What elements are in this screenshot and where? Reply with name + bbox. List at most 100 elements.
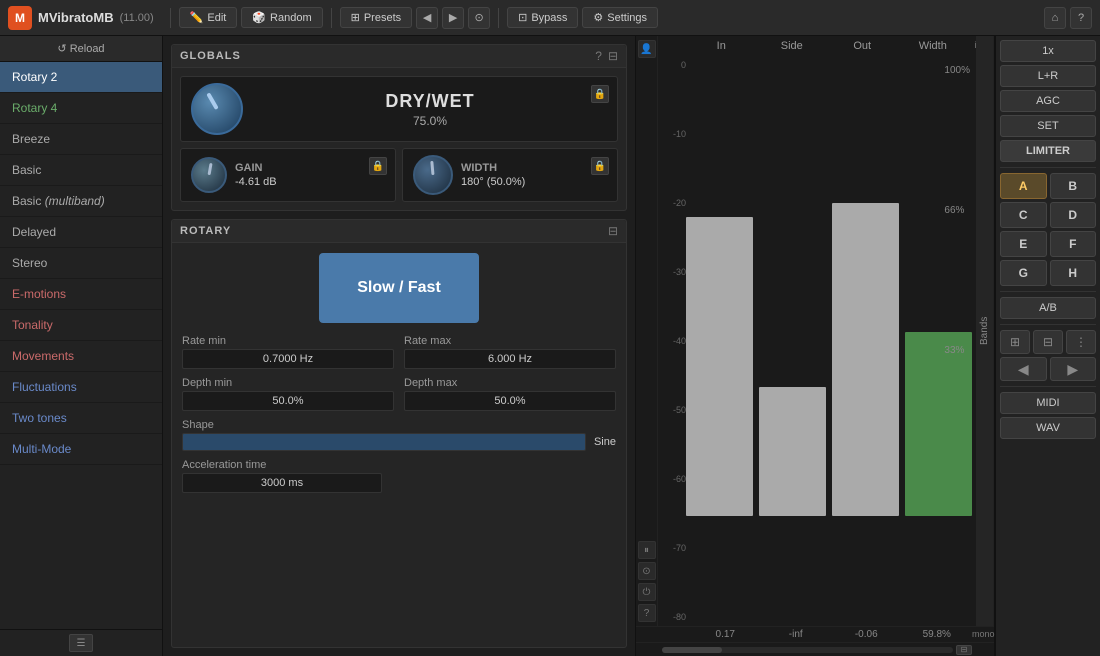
sidebar-item-movements[interactable]: Movements (0, 341, 162, 372)
slot-g[interactable]: G (1000, 260, 1047, 286)
settings-button[interactable]: ⚙ Settings (582, 7, 658, 28)
depth-max-input[interactable]: 50.0% (404, 391, 616, 411)
limiter-button[interactable]: LIMITER (1000, 140, 1096, 162)
sidebar-item-fluctuations[interactable]: Fluctuations (0, 372, 162, 403)
center-panel: GLOBALS ? ⊟ DRY/WET 75.0% 🔒 (163, 36, 635, 656)
slot-c[interactable]: C (1000, 202, 1047, 228)
sidebar-item-tonality[interactable]: Tonality (0, 310, 162, 341)
scale-30: -30 (658, 267, 686, 277)
sidebar-item-emotions[interactable]: E-motions (0, 279, 162, 310)
mono-label: mono (972, 629, 990, 640)
edit-icon: ✏️ (190, 11, 204, 24)
redo-button[interactable]: ▶ (1050, 357, 1097, 381)
slot-f[interactable]: F (1050, 231, 1097, 257)
bands-label[interactable]: Bands (976, 36, 994, 626)
accel-row: Acceleration time 3000 ms (182, 459, 616, 493)
shape-row: Shape Sine (182, 419, 616, 451)
vu-left-controls: 👤 ⏸ ⊙ ⏻ ? (636, 36, 658, 626)
sep-1 (1000, 167, 1096, 168)
help-button[interactable]: ? (1070, 7, 1092, 29)
presets-button[interactable]: ⊞ Presets (340, 7, 413, 28)
edit-button[interactable]: ✏️ Edit (179, 7, 238, 28)
width-lock-btn[interactable]: 🔒 (591, 157, 609, 175)
vu-person-icon[interactable]: 👤 (638, 40, 656, 58)
sidebar-item-stereo[interactable]: Stereo (0, 248, 162, 279)
sidebar-item-basic[interactable]: Basic (0, 155, 162, 186)
slow-fast-button[interactable]: Slow / Fast (319, 253, 479, 323)
scale-40: -40 (658, 336, 686, 346)
bypass-button[interactable]: ⊡ Bypass (507, 7, 578, 28)
home-button[interactable]: ⌂ (1044, 7, 1066, 29)
gain-label: GAIN (235, 162, 385, 174)
scrollbar-btn[interactable]: ⊟ (956, 645, 972, 655)
sidebar: ↺ Reload Rotary 2 Rotary 4 Breeze Basic … (0, 36, 163, 656)
copy-icon[interactable]: ⊞ (1000, 330, 1030, 354)
sidebar-item-basic-multiband[interactable]: Basic (multiband) (0, 186, 162, 217)
gain-knob[interactable] (191, 157, 227, 193)
sidebar-item-breeze[interactable]: Breeze (0, 124, 162, 155)
gain-block: GAIN -4.61 dB 🔒 (180, 148, 396, 202)
rotary-header: ROTARY ⊟ (172, 220, 626, 243)
set-button[interactable]: SET (1000, 115, 1096, 137)
scale-70: -70 (658, 543, 686, 553)
vu-bars-area: 0 -10 -20 -30 -40 -50 -60 -70 -80 (658, 52, 976, 626)
slot-h[interactable]: H (1050, 260, 1097, 286)
drywet-knob[interactable] (191, 83, 243, 135)
gain-params: GAIN -4.61 dB (235, 162, 385, 188)
bar-width (905, 332, 972, 516)
rotary-menu-icon[interactable]: ⊟ (608, 224, 618, 238)
rate-min-input[interactable]: 0.7000 Hz (182, 349, 394, 369)
zoom-button[interactable]: 1x (1000, 40, 1096, 62)
sidebar-item-multimode[interactable]: Multi-Mode (0, 434, 162, 465)
vu-question-btn[interactable]: ? (638, 604, 656, 622)
nav-menu[interactable]: ⊙ (468, 7, 490, 29)
accel-input[interactable]: 3000 ms (182, 473, 382, 493)
ab-button[interactable]: A/B (1000, 297, 1096, 319)
menu-icon[interactable]: ⋮ (1066, 330, 1096, 354)
shape-slider[interactable] (182, 433, 586, 451)
vu-col-side: Side (757, 40, 828, 52)
bar-side-wrap (759, 56, 826, 516)
scale-20: -20 (658, 198, 686, 208)
sidebar-item-twotones[interactable]: Two tones (0, 403, 162, 434)
globals-help-icon[interactable]: ? (595, 49, 602, 63)
vu-scroll-track[interactable]: ⊟ (658, 643, 976, 656)
scale-0: 0 (658, 60, 686, 70)
arrow-row: ◀ ▶ (1000, 357, 1096, 381)
vu-target-btn[interactable]: ⊙ (638, 562, 656, 580)
undo-button[interactable]: ◀ (1000, 357, 1047, 381)
sidebar-item-delayed[interactable]: Delayed (0, 217, 162, 248)
sidebar-collapse-btn[interactable]: ☰ (69, 634, 93, 652)
vu-area: 👤 ⏸ ⊙ ⏻ ? In Side Out (635, 36, 995, 656)
width-knob[interactable] (413, 155, 453, 195)
vu-footer: 0.17 -inf -0.06 59.8% mono (636, 626, 994, 642)
rate-max-col: Rate max 6.000 Hz (404, 335, 616, 369)
paste-icon[interactable]: ⊟ (1033, 330, 1063, 354)
nav-prev[interactable]: ◀ (416, 7, 438, 29)
slot-a[interactable]: A (1000, 173, 1047, 199)
sidebar-item-rotary4[interactable]: Rotary 4 (0, 93, 162, 124)
rate-max-input[interactable]: 6.000 Hz (404, 349, 616, 369)
gain-lock-btn[interactable]: 🔒 (369, 157, 387, 175)
random-button[interactable]: 🎲 Random (241, 7, 322, 28)
vu-pause-btn[interactable]: ⏸ (638, 541, 656, 559)
vu-power-btn[interactable]: ⏻ (638, 583, 656, 601)
vu-main-row: 👤 ⏸ ⊙ ⏻ ? In Side Out (636, 36, 994, 626)
reload-button[interactable]: ↺ Reload (0, 36, 162, 62)
main-layout: ↺ Reload Rotary 2 Rotary 4 Breeze Basic … (0, 36, 1100, 656)
drywet-lock-btn[interactable]: 🔒 (591, 85, 609, 103)
globals-menu-icon[interactable]: ⊟ (608, 49, 618, 63)
sidebar-item-rotary2[interactable]: Rotary 2 (0, 62, 162, 93)
wav-button[interactable]: WAV (1000, 417, 1096, 439)
agc-button[interactable]: AGC (1000, 90, 1096, 112)
width-label: WIDTH (461, 162, 607, 174)
lr-button[interactable]: L+R (1000, 65, 1096, 87)
nav-next[interactable]: ▶ (442, 7, 464, 29)
slot-d[interactable]: D (1050, 202, 1097, 228)
slot-e[interactable]: E (1000, 231, 1047, 257)
midi-button[interactable]: MIDI (1000, 392, 1096, 414)
random-label: Random (270, 12, 312, 24)
slot-b[interactable]: B (1050, 173, 1097, 199)
depth-min-input[interactable]: 50.0% (182, 391, 394, 411)
globals-icons: ? ⊟ (595, 49, 618, 63)
